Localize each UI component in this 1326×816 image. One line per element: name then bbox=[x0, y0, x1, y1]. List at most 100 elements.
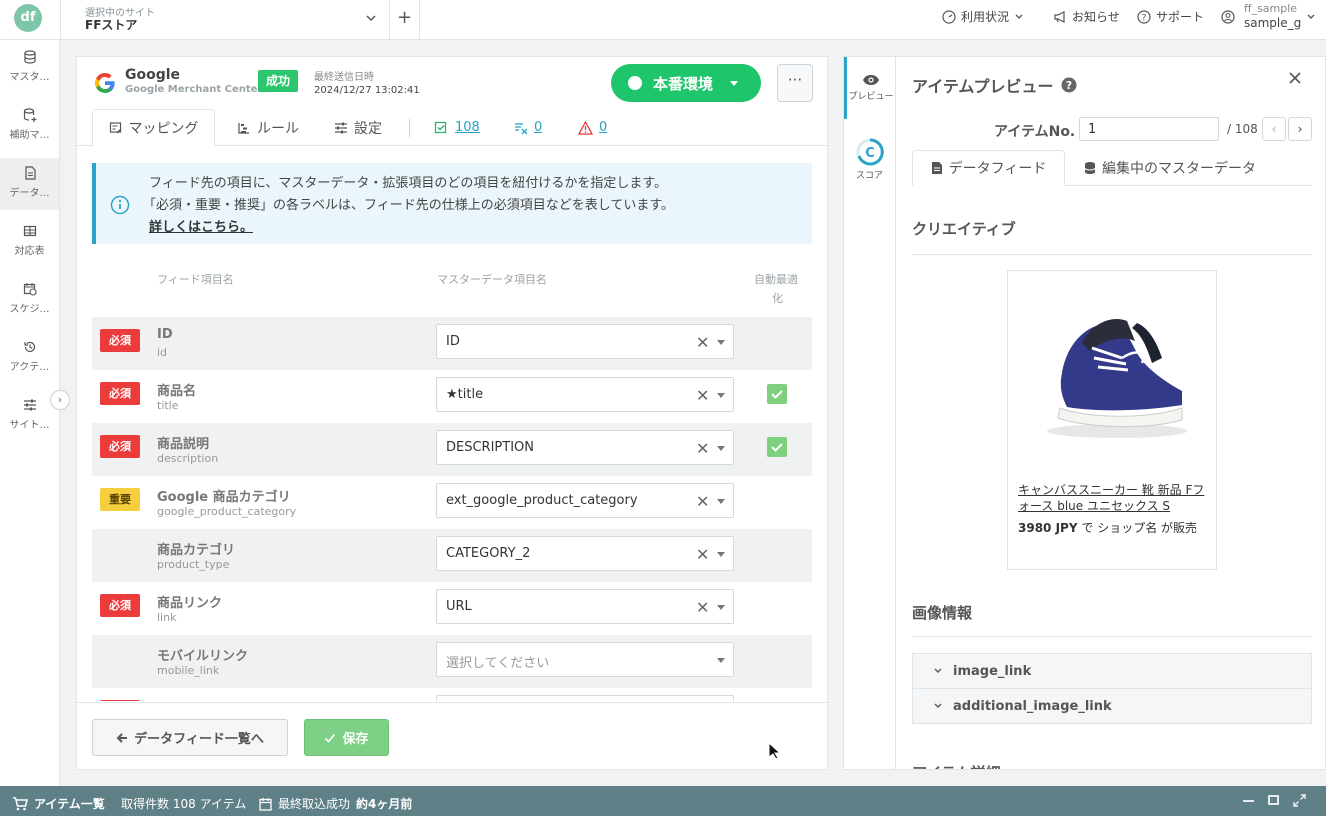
product-title-link[interactable]: キャンバススニーカー 靴 新品 Fフォース blue ユニセックス S bbox=[1018, 482, 1208, 514]
clear-icon[interactable]: ✕ bbox=[696, 439, 709, 458]
more-options-button[interactable]: ··· bbox=[777, 64, 813, 102]
last-import-value: 約4ヶ月前 bbox=[356, 797, 413, 811]
megaphone-icon bbox=[1053, 10, 1067, 24]
usage-link[interactable]: 利用状況 bbox=[942, 8, 1024, 25]
sidebar-item-master[interactable]: マスタ… bbox=[0, 42, 59, 94]
arrow-left-icon bbox=[116, 732, 128, 744]
sidebar-expand-button[interactable]: › bbox=[50, 390, 70, 410]
feed-subtitle: Google Merchant Center bbox=[125, 84, 263, 95]
warning-count-link[interactable]: 0 bbox=[578, 109, 607, 146]
auto-optimize-checkbox[interactable] bbox=[767, 437, 787, 457]
expand-icon[interactable] bbox=[1293, 794, 1306, 807]
chevron-down-icon bbox=[933, 666, 943, 676]
select-value: CATEGORY_2 bbox=[446, 546, 531, 561]
back-to-list-button[interactable]: データフィード一覧へ bbox=[92, 719, 288, 756]
item-list-label: アイテム一覧 bbox=[34, 797, 105, 811]
item-preview-panel: アイテムプレビュー ? アイテムNo. / 108 ‹ › データフィード 編集… bbox=[896, 56, 1326, 770]
column-header-master-item: マスターデータ項目名 bbox=[437, 273, 547, 286]
tab-mapping[interactable]: マッピング bbox=[92, 109, 215, 146]
tab-divider bbox=[409, 119, 410, 137]
tab-score[interactable]: C スコア bbox=[844, 131, 895, 193]
item-number-input[interactable] bbox=[1079, 117, 1219, 141]
item-number-label: アイテムNo. bbox=[994, 124, 1076, 140]
sidebar-item-label: 補助マ… bbox=[9, 130, 50, 141]
app-logo[interactable]: df bbox=[14, 4, 42, 32]
caret-down-icon bbox=[730, 81, 738, 86]
clear-count-link[interactable]: 0 bbox=[514, 109, 542, 146]
accordion-image-link[interactable]: image_link bbox=[912, 653, 1312, 689]
svg-text:?: ? bbox=[1142, 13, 1147, 23]
clear-icon[interactable]: ✕ bbox=[696, 598, 709, 617]
product-price-line: 3980 JPY で ショップ名 が販売 bbox=[1018, 519, 1213, 536]
tab-preview[interactable]: プレビュー bbox=[844, 57, 895, 119]
sidebar-item-mapping-table[interactable]: 対応表 bbox=[0, 216, 59, 268]
database-plus-icon bbox=[23, 108, 36, 122]
clear-icon[interactable]: ✕ bbox=[696, 492, 709, 511]
last-sent-value: 2024/12/27 13:02:41 bbox=[314, 85, 420, 96]
tab-datafeed[interactable]: データフィード bbox=[912, 150, 1065, 186]
user-name[interactable]: ff_sample bbox=[1244, 2, 1297, 15]
tab-editing-master[interactable]: 編集中のマスターデータ bbox=[1084, 150, 1256, 186]
item-list-button[interactable]: アイテム一覧 bbox=[12, 795, 105, 812]
master-field-select[interactable]: 選択してください bbox=[436, 642, 734, 677]
auto-optimize-checkbox[interactable] bbox=[767, 384, 787, 404]
required-badge: 必須 bbox=[100, 382, 140, 405]
sidebar-item-activity[interactable]: アクテ… bbox=[0, 332, 59, 384]
news-link[interactable]: お知らせ bbox=[1053, 8, 1120, 25]
tab-editing-master-label: 編集中のマスターデータ bbox=[1102, 161, 1256, 177]
item-count: 取得件数 108 アイテム bbox=[121, 797, 247, 811]
minimize-icon[interactable] bbox=[1243, 800, 1254, 802]
tab-datafeed-label: データフィード bbox=[948, 161, 1047, 177]
next-item-button[interactable]: › bbox=[1288, 117, 1312, 141]
product-image[interactable] bbox=[1032, 303, 1192, 443]
info-icon bbox=[110, 195, 130, 215]
sidebar-item-schedule[interactable]: スケジ… bbox=[0, 274, 59, 326]
master-field-select[interactable]: CATEGORY_2 ✕ bbox=[436, 536, 734, 571]
chevron-down-icon[interactable] bbox=[1306, 12, 1316, 22]
tab-settings[interactable]: 設定 bbox=[334, 109, 382, 146]
sliders-icon bbox=[23, 399, 36, 411]
master-field-select[interactable]: URL ✕ bbox=[436, 589, 734, 624]
master-field-select[interactable]: ★title ✕ bbox=[436, 377, 734, 412]
required-badge: 必須 bbox=[100, 435, 140, 458]
add-site-button[interactable]: + bbox=[390, 0, 420, 40]
clear-icon[interactable]: ✕ bbox=[696, 545, 709, 564]
sidebar-item-datafeed[interactable]: データ… bbox=[0, 158, 59, 210]
sidebar-item-label: データ… bbox=[9, 188, 50, 199]
save-button[interactable]: 保存 bbox=[304, 719, 389, 756]
maximize-icon[interactable] bbox=[1268, 795, 1279, 805]
master-field-select[interactable] bbox=[436, 695, 734, 701]
master-field-select[interactable]: ext_google_product_category ✕ bbox=[436, 483, 734, 518]
clear-icon[interactable]: ✕ bbox=[696, 333, 709, 352]
user-account[interactable]: sample_g bbox=[1244, 16, 1301, 30]
side-tabs: プレビュー C スコア bbox=[843, 56, 896, 770]
sidebar-item-sub-master[interactable]: 補助マ… bbox=[0, 100, 59, 152]
column-header-auto-optimize-2: 化 bbox=[772, 292, 783, 305]
site-selector[interactable]: 選択中のサイト FFストア bbox=[60, 0, 390, 40]
cart-icon bbox=[12, 796, 28, 811]
column-header-auto-optimize-1: 自動最適 bbox=[754, 273, 798, 286]
product-price: 3980 JPY bbox=[1018, 521, 1078, 535]
environment-label: 本番環境 bbox=[653, 75, 714, 93]
user-icon[interactable] bbox=[1221, 10, 1235, 24]
help-circle-icon[interactable]: ? bbox=[1061, 77, 1077, 93]
table-icon bbox=[23, 225, 36, 237]
feed-item-name: 商品カテゴリ bbox=[157, 543, 236, 558]
environment-toggle-button[interactable]: 本番環境 bbox=[611, 64, 761, 102]
support-link[interactable]: ? サポート bbox=[1137, 8, 1204, 25]
sidebar-item-label: マスタ… bbox=[9, 72, 50, 83]
feed-item-name: モバイルリンク bbox=[157, 649, 249, 664]
clear-format-icon bbox=[514, 121, 528, 135]
tab-rule[interactable]: ルール bbox=[237, 109, 299, 146]
tab-settings-label: 設定 bbox=[354, 120, 382, 137]
close-icon[interactable] bbox=[1288, 71, 1302, 85]
ok-count-link[interactable]: 108 bbox=[434, 109, 480, 146]
divider bbox=[912, 636, 1312, 637]
clear-icon[interactable]: ✕ bbox=[696, 386, 709, 405]
info-more-link[interactable]: 詳しくはこちら。 bbox=[149, 216, 253, 235]
accordion-additional-image-link[interactable]: additional_image_link bbox=[912, 688, 1312, 724]
prev-item-button[interactable]: ‹ bbox=[1262, 117, 1286, 141]
master-field-select[interactable]: DESCRIPTION ✕ bbox=[436, 430, 734, 465]
master-field-select[interactable]: ID ✕ bbox=[436, 324, 734, 359]
creative-heading: クリエイティブ bbox=[912, 220, 1016, 238]
